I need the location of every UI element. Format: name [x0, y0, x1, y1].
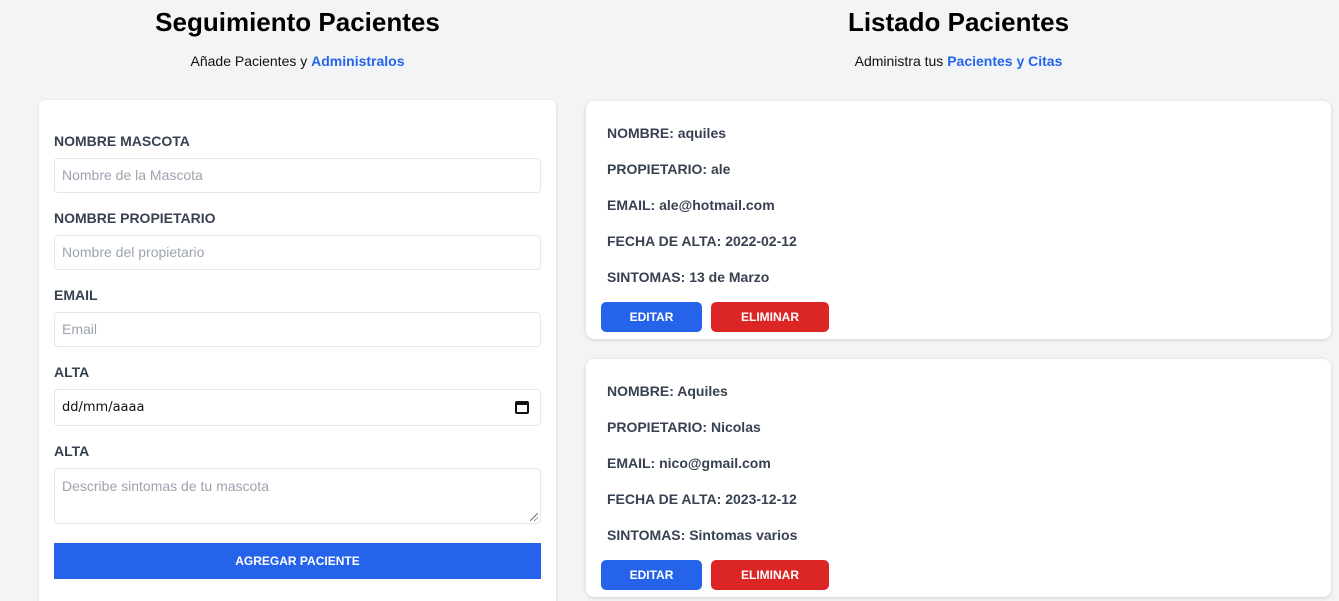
- patient-date-label: Fecha de Alta:: [607, 491, 722, 507]
- email-input[interactable]: Email: [54, 312, 541, 347]
- list-subtitle-text: Administra tus: [854, 53, 944, 69]
- list-title: Listado Pacientes: [847, 7, 1070, 37]
- form-section: Seguimiento Pacientes Añade Pacientes y …: [39, 0, 556, 601]
- edit-button[interactable]: Editar: [601, 302, 702, 332]
- patient-date-field: Fecha de Alta: 2023-12-12: [607, 491, 797, 507]
- form-subtitle-accent: Administralos: [311, 53, 405, 69]
- list-subtitle-accent: Pacientes y Citas: [947, 53, 1063, 69]
- patient-owner-label: Propietario:: [607, 419, 708, 435]
- patient-owner-label: Propietario:: [607, 161, 708, 177]
- email-label: Email: [54, 287, 98, 303]
- owner-name-label: Nombre Propietario: [54, 210, 216, 226]
- date-input-value: dd/mm/aaaa: [62, 400, 145, 415]
- patient-symptoms-field: Sintomas: Sintomas varios: [607, 527, 797, 543]
- symptoms-placeholder: Describe sintomas de tu mascota: [62, 478, 269, 494]
- delete-button[interactable]: Eliminar: [711, 560, 829, 590]
- patient-card: Nombre: aquiles Propietario: ale Email: …: [586, 101, 1331, 339]
- patient-card: Nombre: Aquiles Propietario: Nicolas Ema…: [586, 359, 1331, 597]
- patient-symptoms-value: 13 de Marzo: [689, 269, 770, 285]
- patient-email-label: Email:: [607, 197, 656, 213]
- pet-name-label: Nombre Mascota: [54, 133, 190, 149]
- patient-date-value: 2022-02-12: [725, 233, 797, 249]
- patient-symptoms-field: Sintomas: 13 de Marzo: [607, 269, 769, 285]
- symptoms-textarea[interactable]: Describe sintomas de tu mascota: [54, 468, 541, 524]
- patient-owner-value: ale: [710, 161, 731, 177]
- patient-owner-field: Propietario: ale: [607, 161, 730, 177]
- patient-email-label: Email:: [607, 455, 656, 471]
- patient-email-field: Email: ale@hotmail.com: [607, 197, 775, 213]
- patient-name-value: Aquiles: [677, 383, 728, 399]
- patient-name-label: Nombre:: [607, 383, 674, 399]
- patient-symptoms-label: Sintomas:: [607, 269, 686, 285]
- patient-owner-value: Nicolas: [710, 419, 761, 435]
- owner-name-input[interactable]: Nombre del propietario: [54, 235, 541, 270]
- add-patient-button[interactable]: Agregar Paciente: [54, 543, 541, 579]
- list-section: Listado Pacientes Administra tus Pacient…: [586, 0, 1331, 597]
- patient-email-value: nico@gmail.com: [659, 455, 771, 471]
- patient-symptoms-label: Sintomas:: [607, 527, 686, 543]
- patient-name-label: Nombre:: [607, 125, 674, 141]
- calendar-icon[interactable]: [515, 401, 529, 414]
- patient-date-value: 2023-12-12: [725, 491, 797, 507]
- form-title: Seguimiento Pacientes: [155, 7, 440, 37]
- patient-email-value: ale@hotmail.com: [659, 197, 775, 213]
- form-subtitle: Añade Pacientes y Administralos: [39, 53, 556, 70]
- patient-symptoms-value: Sintomas varios: [689, 527, 798, 543]
- patient-name-value: aquiles: [677, 125, 727, 141]
- pet-name-input[interactable]: Nombre de la Mascota: [54, 158, 541, 193]
- discharge-date-input[interactable]: dd/mm/aaaa: [54, 389, 541, 426]
- patient-email-field: Email: nico@gmail.com: [607, 455, 771, 471]
- patient-form: Nombre Mascota Nombre de la Mascota Nomb…: [39, 100, 556, 601]
- symptoms-label: Alta: [54, 443, 90, 459]
- patient-name-field: Nombre: aquiles: [607, 125, 726, 141]
- edit-button[interactable]: Editar: [601, 560, 702, 590]
- patient-owner-field: Propietario: Nicolas: [607, 419, 761, 435]
- resize-handle-icon[interactable]: [530, 513, 538, 521]
- delete-button[interactable]: Eliminar: [711, 302, 829, 332]
- patient-date-label: Fecha de Alta:: [607, 233, 722, 249]
- form-subtitle-text: Añade Pacientes y: [190, 53, 308, 69]
- page: Seguimiento Pacientes Añade Pacientes y …: [0, 0, 1339, 601]
- list-subtitle: Administra tus Pacientes y Citas: [586, 53, 1331, 70]
- discharge-date-label: Alta: [54, 364, 90, 380]
- patient-name-field: Nombre: Aquiles: [607, 383, 728, 399]
- patient-date-field: Fecha de Alta: 2022-02-12: [607, 233, 797, 249]
